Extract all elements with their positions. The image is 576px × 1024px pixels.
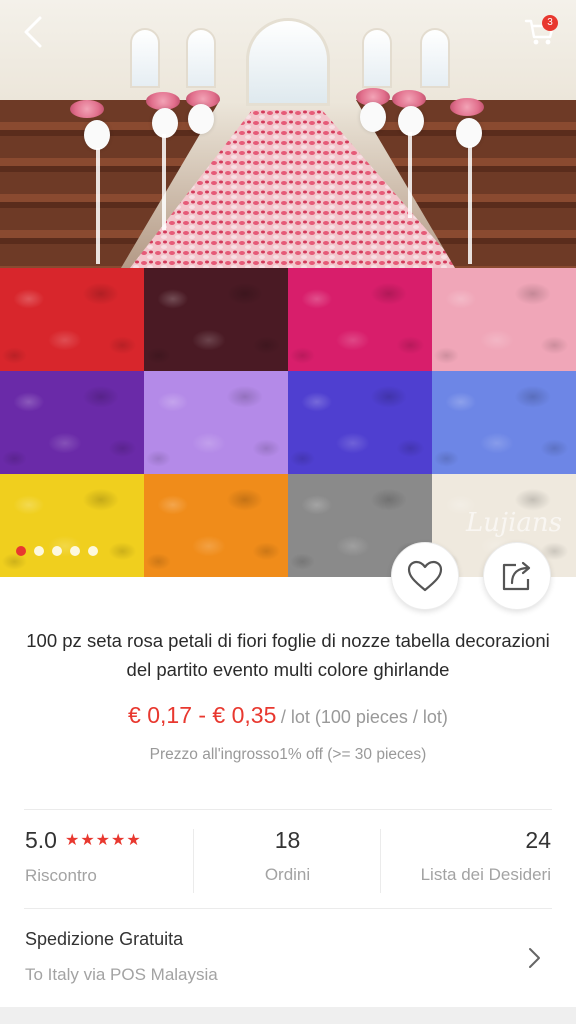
pew-bow [360,102,386,132]
pew-drape [408,132,412,218]
chevron-left-icon [24,16,42,48]
wishlist-value: 24 [525,827,551,853]
rating-label: Riscontro [25,866,97,885]
gallery-dot[interactable] [16,546,26,556]
wishlist-label: Lista dei Desideri [420,865,551,884]
price-row: € 0,17 - € 0,35 / lot (100 pieces / lot) [0,702,576,729]
cart-count-badge: 3 [542,15,558,31]
petal-swatch [0,371,144,474]
watermark-text: Lujians [466,508,562,538]
rating-stat[interactable]: 5.0 ★★★★★ Riscontro [25,825,193,897]
product-title: 100 pz seta rosa petali di fiori foglie … [26,630,550,680]
pew-flowers [450,98,484,116]
share-button[interactable] [483,542,551,610]
gallery-pagination [16,546,98,556]
pew-drape [96,148,100,264]
share-icon [502,561,531,591]
petal-swatch [288,371,432,474]
petal-swatch [144,268,288,371]
rating-value: 5.0 [25,827,57,853]
shipping-title: Spedizione Gratuita [25,929,184,949]
petal-swatch [288,268,432,371]
rating-stars-icon: ★★★★★ [64,832,142,849]
pew-bow [84,120,110,150]
divider [380,829,381,893]
petal-swatch [144,371,288,474]
bottom-section-band [0,1007,576,1024]
gallery-dot[interactable] [52,546,62,556]
product-stats: 5.0 ★★★★★ Riscontro 18 Ordini 24 Lista de… [0,825,576,897]
wholesale-discount: Prezzo all'ingrosso1% off (>= 30 pieces) [149,746,427,763]
petal-swatch [0,474,144,577]
petal-swatch [432,268,576,371]
price-unit: / lot (100 pieces / lot) [280,707,448,727]
product-image-gallery[interactable]: Lujians [0,0,576,577]
cart-button[interactable]: 3 [518,10,562,54]
shipping-row[interactable]: Spedizione Gratuita To Italy via POS Mal… [0,909,576,1007]
orders-label: Ordini [264,865,311,884]
wishlist-button[interactable] [391,542,459,610]
chevron-right-icon [529,948,540,968]
petal-swatch [432,371,576,474]
pew-flowers [70,100,104,118]
orders-value: 18 [274,827,301,853]
shipping-subtitle: To Italy via POS Malaysia [25,965,218,984]
gallery-dot[interactable] [88,546,98,556]
price-range: € 0,17 - € 0,35 [128,702,277,728]
chapel-aisle-photo [0,0,576,268]
divider [193,829,194,893]
petal-swatch [0,268,144,371]
pew-drape [468,146,472,264]
petal-swatch [144,474,288,577]
gallery-dot[interactable] [34,546,44,556]
orders-stat[interactable]: 18 Ordini [194,825,381,897]
gallery-dot[interactable] [70,546,80,556]
back-button[interactable] [10,10,54,54]
divider [24,809,552,810]
pew-drape [162,134,166,230]
pew-bow [188,104,214,134]
pew-bow [456,118,482,148]
wishlist-stat[interactable]: 24 Lista dei Desideri [381,825,551,897]
heart-icon [407,560,443,592]
